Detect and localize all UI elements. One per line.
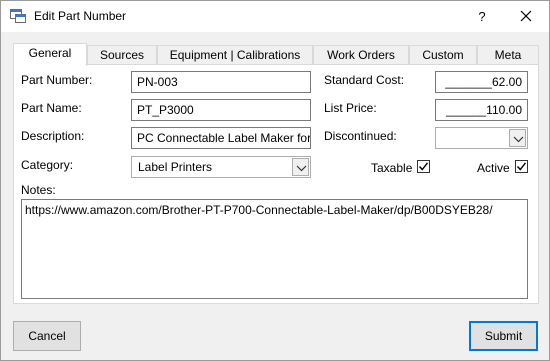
close-icon [509,10,543,35]
submit-button[interactable]: Submit [469,321,538,351]
tab-strip: General Sources Equipment | Calibrations… [13,43,539,66]
discontinued-select[interactable] [435,127,528,149]
category-select[interactable]: Label Printers [131,156,311,178]
help-button[interactable]: ? [467,1,497,32]
discontinued-label: Discontinued: [324,129,397,143]
title-bar: Edit Part Number ? [1,1,549,32]
list-price-field[interactable]: ______110.00 [435,99,528,121]
part-name-field[interactable]: PT_P3000 [131,99,311,121]
notes-textarea[interactable]: https://www.amazon.com/Brother-PT-P700-C… [21,199,528,299]
tab-meta[interactable]: Meta [477,45,539,65]
checkmark-icon [516,162,527,171]
part-number-field[interactable]: PN-003 [131,71,311,93]
active-checkbox[interactable] [515,160,528,173]
active-label: Active [477,161,510,175]
general-tab-panel: Part Number: Part Name: Description: Cat… [13,64,539,304]
tab-custom[interactable]: Custom [409,45,477,65]
standard-cost-label: Standard Cost: [324,73,405,87]
chevron-down-icon[interactable] [509,129,526,147]
description-label: Description: [21,129,85,143]
tab-general[interactable]: General [13,43,87,66]
taxable-checkbox[interactable] [417,160,430,173]
tab-sources[interactable]: Sources [87,45,157,65]
tab-equipment-calibrations[interactable]: Equipment | Calibrations [157,45,313,65]
cancel-button[interactable]: Cancel [13,321,81,351]
standard-cost-field[interactable]: _______62.00 [435,71,528,93]
notes-label: Notes: [21,183,56,197]
list-price-label: List Price: [324,101,377,115]
taxable-label: Taxable [371,161,413,175]
checkmark-icon [418,162,429,171]
chevron-down-icon[interactable] [292,158,309,176]
window-title: Edit Part Number [34,9,127,23]
app-window-icon [10,9,26,23]
description-field[interactable]: PC Connectable Label Maker for [131,127,311,149]
edit-part-number-dialog: Edit Part Number ? General Sources Equip… [0,0,550,361]
part-number-label: Part Number: [21,73,93,87]
category-label: Category: [21,158,74,172]
tab-work-orders[interactable]: Work Orders [313,45,409,65]
category-select-value: Label Printers [138,160,213,174]
part-name-label: Part Name: [21,101,82,115]
close-button[interactable] [509,1,543,32]
